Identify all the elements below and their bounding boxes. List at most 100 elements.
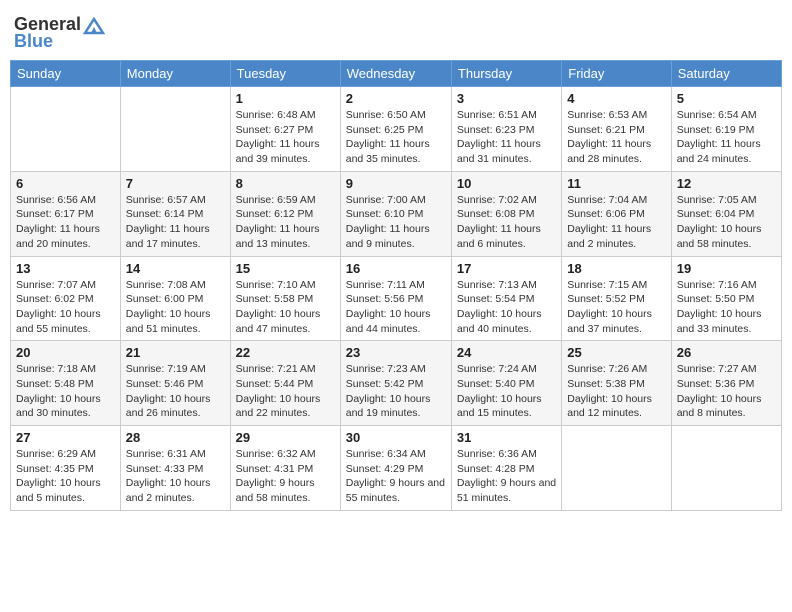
day-number: 7 xyxy=(126,176,225,191)
calendar-day-cell: 31 Sunrise: 6:36 AM Sunset: 4:28 PM Dayli… xyxy=(451,426,561,511)
calendar-week-row: 13 Sunrise: 7:07 AM Sunset: 6:02 PM Dayli… xyxy=(11,256,782,341)
day-number: 25 xyxy=(567,345,665,360)
calendar-day-cell: 16 Sunrise: 7:11 AM Sunset: 5:56 PM Dayli… xyxy=(340,256,451,341)
calendar-day-cell: 25 Sunrise: 7:26 AM Sunset: 5:38 PM Dayli… xyxy=(562,341,671,426)
day-number: 1 xyxy=(236,91,335,106)
calendar-day-cell: 1 Sunrise: 6:48 AM Sunset: 6:27 PM Daylig… xyxy=(230,87,340,172)
calendar-day-cell: 12 Sunrise: 7:05 AM Sunset: 6:04 PM Dayli… xyxy=(671,171,781,256)
calendar-day-cell: 6Sunrise: 6:56 AM Sunset: 6:17 PM Daylig… xyxy=(11,171,121,256)
calendar-week-row: 1 Sunrise: 6:48 AM Sunset: 6:27 PM Daylig… xyxy=(11,87,782,172)
calendar-day-cell xyxy=(11,87,121,172)
day-detail: Sunrise: 7:23 AM Sunset: 5:42 PM Dayligh… xyxy=(346,362,446,421)
day-number: 30 xyxy=(346,430,446,445)
calendar-day-cell: 9 Sunrise: 7:00 AM Sunset: 6:10 PM Daylig… xyxy=(340,171,451,256)
calendar-day-cell: 17 Sunrise: 7:13 AM Sunset: 5:54 PM Dayli… xyxy=(451,256,561,341)
day-of-week-header: Wednesday xyxy=(340,61,451,87)
logo: General Blue xyxy=(14,14,105,52)
calendar-day-cell: 29 Sunrise: 6:32 AM Sunset: 4:31 PM Dayli… xyxy=(230,426,340,511)
day-detail: Sunrise: 6:48 AM Sunset: 6:27 PM Dayligh… xyxy=(236,108,335,167)
day-number: 17 xyxy=(457,261,556,276)
day-number: 28 xyxy=(126,430,225,445)
calendar-day-cell: 14 Sunrise: 7:08 AM Sunset: 6:00 PM Dayli… xyxy=(120,256,230,341)
calendar-day-cell xyxy=(671,426,781,511)
day-of-week-header: Tuesday xyxy=(230,61,340,87)
calendar-day-cell: 19 Sunrise: 7:16 AM Sunset: 5:50 PM Dayli… xyxy=(671,256,781,341)
day-number: 10 xyxy=(457,176,556,191)
day-detail: Sunrise: 7:04 AM Sunset: 6:06 PM Dayligh… xyxy=(567,193,665,252)
day-detail: Sunrise: 7:08 AM Sunset: 6:00 PM Dayligh… xyxy=(126,278,225,337)
day-detail: Sunrise: 6:36 AM Sunset: 4:28 PM Dayligh… xyxy=(457,447,556,506)
calendar-day-cell: 15 Sunrise: 7:10 AM Sunset: 5:58 PM Dayli… xyxy=(230,256,340,341)
day-detail: Sunrise: 7:02 AM Sunset: 6:08 PM Dayligh… xyxy=(457,193,556,252)
calendar-day-cell: 18 Sunrise: 7:15 AM Sunset: 5:52 PM Dayli… xyxy=(562,256,671,341)
day-detail: Sunrise: 7:27 AM Sunset: 5:36 PM Dayligh… xyxy=(677,362,776,421)
day-number: 14 xyxy=(126,261,225,276)
day-detail: Sunrise: 7:16 AM Sunset: 5:50 PM Dayligh… xyxy=(677,278,776,337)
day-of-week-header: Sunday xyxy=(11,61,121,87)
calendar-day-cell: 28Sunrise: 6:31 AM Sunset: 4:33 PM Dayli… xyxy=(120,426,230,511)
day-detail: Sunrise: 6:50 AM Sunset: 6:25 PM Dayligh… xyxy=(346,108,446,167)
calendar-day-cell: 5 Sunrise: 6:54 AM Sunset: 6:19 PM Daylig… xyxy=(671,87,781,172)
day-number: 11 xyxy=(567,176,665,191)
day-number: 18 xyxy=(567,261,665,276)
day-detail: Sunrise: 6:29 AM Sunset: 4:35 PM Dayligh… xyxy=(16,447,115,506)
calendar-day-cell: 26 Sunrise: 7:27 AM Sunset: 5:36 PM Dayli… xyxy=(671,341,781,426)
day-number: 23 xyxy=(346,345,446,360)
logo-blue-text: Blue xyxy=(14,31,53,52)
day-number: 9 xyxy=(346,176,446,191)
day-detail: Sunrise: 7:26 AM Sunset: 5:38 PM Dayligh… xyxy=(567,362,665,421)
day-detail: Sunrise: 6:59 AM Sunset: 6:12 PM Dayligh… xyxy=(236,193,335,252)
calendar-day-cell: 10 Sunrise: 7:02 AM Sunset: 6:08 PM Dayli… xyxy=(451,171,561,256)
day-number: 20 xyxy=(16,345,115,360)
calendar-day-cell: 27 Sunrise: 6:29 AM Sunset: 4:35 PM Dayli… xyxy=(11,426,121,511)
day-of-week-header: Saturday xyxy=(671,61,781,87)
day-detail: Sunrise: 7:19 AM Sunset: 5:46 PM Dayligh… xyxy=(126,362,225,421)
day-detail: Sunrise: 7:24 AM Sunset: 5:40 PM Dayligh… xyxy=(457,362,556,421)
calendar-day-cell: 21 Sunrise: 7:19 AM Sunset: 5:46 PM Dayli… xyxy=(120,341,230,426)
day-number: 15 xyxy=(236,261,335,276)
day-detail: Sunrise: 6:57 AM Sunset: 6:14 PM Dayligh… xyxy=(126,193,225,252)
calendar-day-cell: 20 Sunrise: 7:18 AM Sunset: 5:48 PM Dayli… xyxy=(11,341,121,426)
logo-icon xyxy=(83,17,105,35)
day-detail: Sunrise: 7:10 AM Sunset: 5:58 PM Dayligh… xyxy=(236,278,335,337)
calendar-day-cell: 7 Sunrise: 6:57 AM Sunset: 6:14 PM Daylig… xyxy=(120,171,230,256)
calendar-day-cell: 22Sunrise: 7:21 AM Sunset: 5:44 PM Dayli… xyxy=(230,341,340,426)
calendar-day-cell: 3Sunrise: 6:51 AM Sunset: 6:23 PM Daylig… xyxy=(451,87,561,172)
calendar-day-cell: 24 Sunrise: 7:24 AM Sunset: 5:40 PM Dayli… xyxy=(451,341,561,426)
day-number: 19 xyxy=(677,261,776,276)
day-number: 29 xyxy=(236,430,335,445)
day-detail: Sunrise: 7:15 AM Sunset: 5:52 PM Dayligh… xyxy=(567,278,665,337)
calendar-day-cell: 30Sunrise: 6:34 AM Sunset: 4:29 PM Dayli… xyxy=(340,426,451,511)
day-number: 26 xyxy=(677,345,776,360)
day-number: 27 xyxy=(16,430,115,445)
day-detail: Sunrise: 7:18 AM Sunset: 5:48 PM Dayligh… xyxy=(16,362,115,421)
day-detail: Sunrise: 6:56 AM Sunset: 6:17 PM Dayligh… xyxy=(16,193,115,252)
day-of-week-header: Thursday xyxy=(451,61,561,87)
day-number: 24 xyxy=(457,345,556,360)
day-detail: Sunrise: 7:11 AM Sunset: 5:56 PM Dayligh… xyxy=(346,278,446,337)
day-number: 16 xyxy=(346,261,446,276)
day-number: 5 xyxy=(677,91,776,106)
calendar-day-cell: 23 Sunrise: 7:23 AM Sunset: 5:42 PM Dayli… xyxy=(340,341,451,426)
calendar-day-cell: 13 Sunrise: 7:07 AM Sunset: 6:02 PM Dayli… xyxy=(11,256,121,341)
day-detail: Sunrise: 7:07 AM Sunset: 6:02 PM Dayligh… xyxy=(16,278,115,337)
day-of-week-header: Monday xyxy=(120,61,230,87)
day-number: 13 xyxy=(16,261,115,276)
day-detail: Sunrise: 7:21 AM Sunset: 5:44 PM Dayligh… xyxy=(236,362,335,421)
day-detail: Sunrise: 6:54 AM Sunset: 6:19 PM Dayligh… xyxy=(677,108,776,167)
day-number: 31 xyxy=(457,430,556,445)
calendar-week-row: 27 Sunrise: 6:29 AM Sunset: 4:35 PM Dayli… xyxy=(11,426,782,511)
day-number: 2 xyxy=(346,91,446,106)
day-number: 3 xyxy=(457,91,556,106)
day-detail: Sunrise: 6:32 AM Sunset: 4:31 PM Dayligh… xyxy=(236,447,335,506)
day-number: 12 xyxy=(677,176,776,191)
day-detail: Sunrise: 7:05 AM Sunset: 6:04 PM Dayligh… xyxy=(677,193,776,252)
calendar-day-cell: 8Sunrise: 6:59 AM Sunset: 6:12 PM Daylig… xyxy=(230,171,340,256)
page-header: General Blue xyxy=(10,10,782,52)
day-detail: Sunrise: 7:00 AM Sunset: 6:10 PM Dayligh… xyxy=(346,193,446,252)
day-detail: Sunrise: 7:13 AM Sunset: 5:54 PM Dayligh… xyxy=(457,278,556,337)
day-number: 21 xyxy=(126,345,225,360)
calendar-day-cell xyxy=(562,426,671,511)
calendar-day-cell: 2 Sunrise: 6:50 AM Sunset: 6:25 PM Daylig… xyxy=(340,87,451,172)
day-of-week-header: Friday xyxy=(562,61,671,87)
